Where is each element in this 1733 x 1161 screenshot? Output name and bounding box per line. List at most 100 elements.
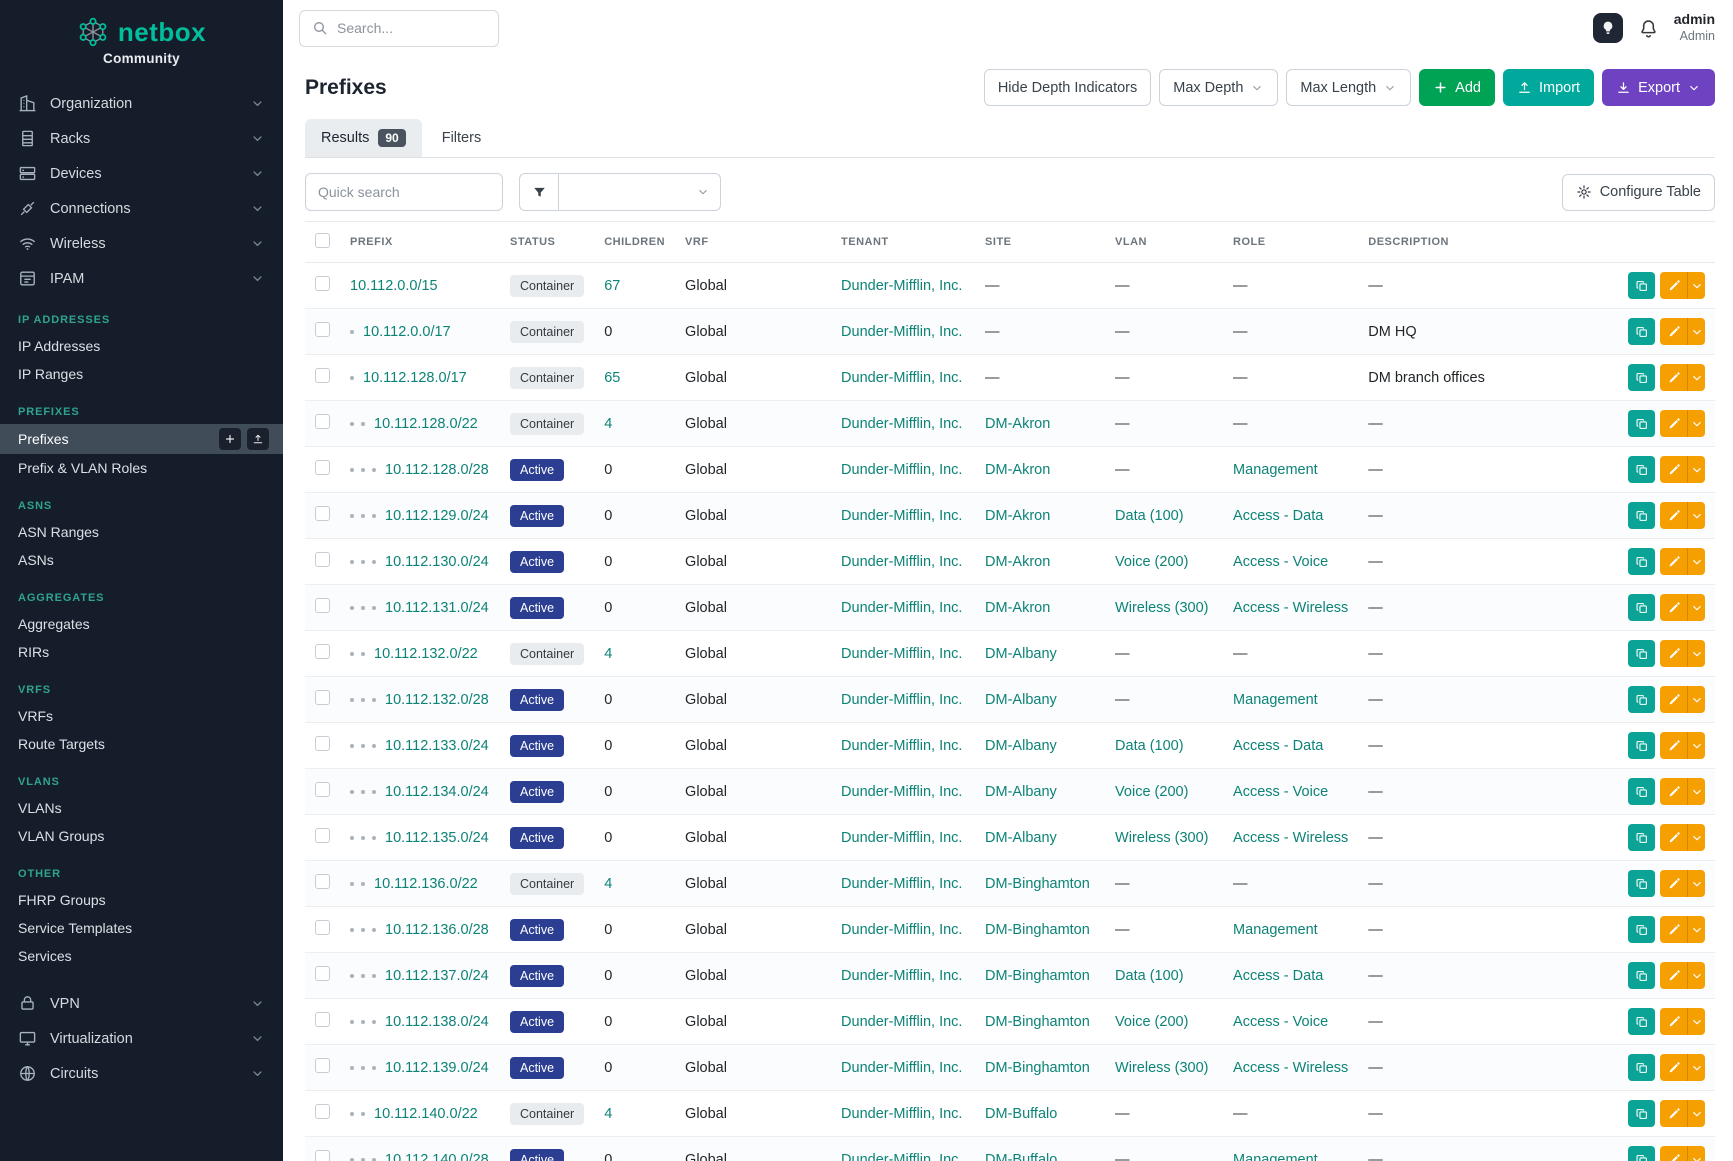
column-header-status[interactable]: STATUS xyxy=(500,222,594,263)
prefix-link[interactable]: 10.112.132.0/28 xyxy=(385,692,489,708)
sidebar-item-virtualization[interactable]: Virtualization xyxy=(0,1021,283,1056)
add-prefix-quick-button[interactable] xyxy=(219,428,241,450)
prefix-link[interactable]: 10.112.128.0/22 xyxy=(374,416,478,432)
tenant-link[interactable]: Dunder-Mifflin, Inc. xyxy=(841,646,962,662)
prefix-link[interactable]: 10.112.128.0/28 xyxy=(385,462,489,478)
vlan-link[interactable]: Voice (200) xyxy=(1115,784,1188,800)
column-header-prefix[interactable]: PREFIX xyxy=(340,222,500,263)
row-checkbox[interactable] xyxy=(315,736,330,751)
site-link[interactable]: DM-Albany xyxy=(985,738,1057,754)
role-link[interactable]: Access - Data xyxy=(1233,738,1323,754)
copy-button[interactable] xyxy=(1628,548,1655,575)
copy-button[interactable] xyxy=(1628,1146,1655,1161)
sidebar-item-asn-ranges[interactable]: ASN Ranges xyxy=(0,518,283,546)
role-link[interactable]: Management xyxy=(1233,462,1318,478)
site-link[interactable]: DM-Binghamton xyxy=(985,1014,1090,1030)
row-checkbox[interactable] xyxy=(315,690,330,705)
tenant-link[interactable]: Dunder-Mifflin, Inc. xyxy=(841,922,962,938)
row-checkbox[interactable] xyxy=(315,874,330,889)
tenant-link[interactable]: Dunder-Mifflin, Inc. xyxy=(841,1152,962,1161)
prefix-link[interactable]: 10.112.136.0/28 xyxy=(385,922,489,938)
edit-dropdown-button[interactable] xyxy=(1687,594,1705,621)
site-link[interactable]: DM-Akron xyxy=(985,600,1050,616)
role-link[interactable]: Access - Voice xyxy=(1233,1014,1328,1030)
role-link[interactable]: Management xyxy=(1233,1152,1318,1161)
children-count-link[interactable]: 4 xyxy=(604,1106,612,1122)
site-link[interactable]: DM-Akron xyxy=(985,416,1050,432)
global-search-input[interactable] xyxy=(337,20,486,36)
children-count-link[interactable]: 4 xyxy=(604,876,612,892)
tab-results[interactable]: Results 90 xyxy=(305,119,422,157)
row-checkbox[interactable] xyxy=(315,828,330,843)
import-prefix-quick-button[interactable] xyxy=(247,428,269,450)
site-link[interactable]: DM-Binghamton xyxy=(985,1060,1090,1076)
edit-button[interactable] xyxy=(1660,686,1687,713)
edit-dropdown-button[interactable] xyxy=(1687,364,1705,391)
tenant-link[interactable]: Dunder-Mifflin, Inc. xyxy=(841,1106,962,1122)
edit-dropdown-button[interactable] xyxy=(1687,962,1705,989)
edit-button[interactable] xyxy=(1660,778,1687,805)
edit-button[interactable] xyxy=(1660,824,1687,851)
role-link[interactable]: Access - Wireless xyxy=(1233,600,1348,616)
tenant-link[interactable]: Dunder-Mifflin, Inc. xyxy=(841,278,962,294)
tenant-link[interactable]: Dunder-Mifflin, Inc. xyxy=(841,1060,962,1076)
copy-button[interactable] xyxy=(1628,1054,1655,1081)
children-count-link[interactable]: 4 xyxy=(604,416,612,432)
column-header-children[interactable]: CHILDREN xyxy=(594,222,675,263)
children-count-link[interactable]: 4 xyxy=(604,646,612,662)
notifications-button[interactable] xyxy=(1638,18,1659,39)
tenant-link[interactable]: Dunder-Mifflin, Inc. xyxy=(841,1014,962,1030)
filter-button[interactable] xyxy=(519,173,559,211)
tenant-link[interactable]: Dunder-Mifflin, Inc. xyxy=(841,554,962,570)
row-checkbox[interactable] xyxy=(315,322,330,337)
hide-depth-indicators-button[interactable]: Hide Depth Indicators xyxy=(984,69,1151,106)
tenant-link[interactable]: Dunder-Mifflin, Inc. xyxy=(841,968,962,984)
sidebar-item-vrfs[interactable]: VRFs xyxy=(0,702,283,730)
edit-dropdown-button[interactable] xyxy=(1687,778,1705,805)
sidebar-item-service-templates[interactable]: Service Templates xyxy=(0,914,283,942)
sidebar-item-ip-ranges[interactable]: IP Ranges xyxy=(0,360,283,388)
import-button[interactable]: Import xyxy=(1503,69,1594,106)
copy-button[interactable] xyxy=(1628,686,1655,713)
role-link[interactable]: Access - Data xyxy=(1233,508,1323,524)
role-link[interactable]: Management xyxy=(1233,692,1318,708)
row-checkbox[interactable] xyxy=(315,1058,330,1073)
export-button[interactable]: Export xyxy=(1602,69,1715,106)
sidebar-item-asns[interactable]: ASNs xyxy=(0,546,283,574)
copy-button[interactable] xyxy=(1628,594,1655,621)
role-link[interactable]: Access - Voice xyxy=(1233,554,1328,570)
row-checkbox[interactable] xyxy=(315,414,330,429)
edit-dropdown-button[interactable] xyxy=(1687,916,1705,943)
edit-dropdown-button[interactable] xyxy=(1687,548,1705,575)
copy-button[interactable] xyxy=(1628,410,1655,437)
row-checkbox[interactable] xyxy=(315,966,330,981)
sidebar-item-prefixes[interactable]: Prefixes xyxy=(0,424,283,454)
edit-dropdown-button[interactable] xyxy=(1687,1008,1705,1035)
vlan-link[interactable]: Voice (200) xyxy=(1115,554,1188,570)
edit-dropdown-button[interactable] xyxy=(1687,640,1705,667)
sidebar-item-fhrp-groups[interactable]: FHRP Groups xyxy=(0,886,283,914)
children-count-link[interactable]: 65 xyxy=(604,370,620,386)
edit-button[interactable] xyxy=(1660,1054,1687,1081)
prefix-link[interactable]: 10.112.136.0/22 xyxy=(374,876,478,892)
tenant-link[interactable]: Dunder-Mifflin, Inc. xyxy=(841,508,962,524)
prefix-link[interactable]: 10.112.132.0/22 xyxy=(374,646,478,662)
column-header-site[interactable]: SITE xyxy=(975,222,1105,263)
edit-dropdown-button[interactable] xyxy=(1687,870,1705,897)
row-checkbox[interactable] xyxy=(315,1150,330,1161)
tenant-link[interactable]: Dunder-Mifflin, Inc. xyxy=(841,416,962,432)
site-link[interactable]: DM-Albany xyxy=(985,646,1057,662)
edit-button[interactable] xyxy=(1660,364,1687,391)
prefix-link[interactable]: 10.112.137.0/24 xyxy=(385,968,489,984)
edit-button[interactable] xyxy=(1660,502,1687,529)
prefix-link[interactable]: 10.112.0.0/17 xyxy=(363,324,451,340)
prefix-link[interactable]: 10.112.130.0/24 xyxy=(385,554,489,570)
tenant-link[interactable]: Dunder-Mifflin, Inc. xyxy=(841,830,962,846)
tenant-link[interactable]: Dunder-Mifflin, Inc. xyxy=(841,738,962,754)
row-checkbox[interactable] xyxy=(315,644,330,659)
tenant-link[interactable]: Dunder-Mifflin, Inc. xyxy=(841,784,962,800)
global-search[interactable] xyxy=(299,10,499,47)
copy-button[interactable] xyxy=(1628,778,1655,805)
sidebar-item-racks[interactable]: Racks xyxy=(0,121,283,156)
site-link[interactable]: DM-Akron xyxy=(985,462,1050,478)
